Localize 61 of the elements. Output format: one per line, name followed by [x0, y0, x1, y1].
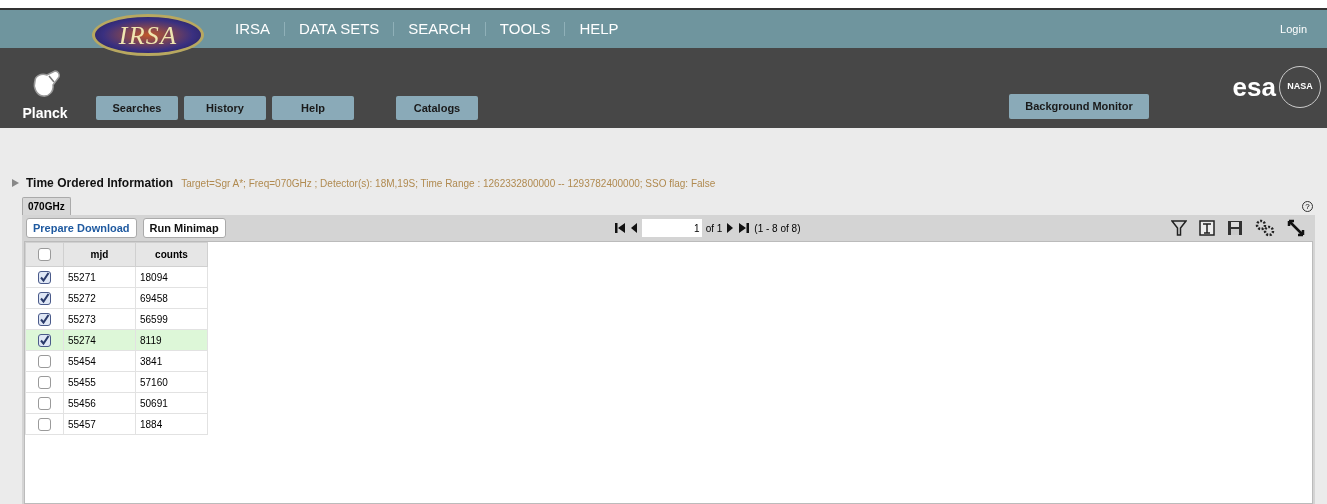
table-cell: 55274	[63, 329, 136, 351]
table-row[interactable]: 55456 50691	[25, 392, 208, 414]
irsa-logo[interactable]: IRSA	[92, 14, 204, 56]
checkbox[interactable]	[38, 312, 51, 326]
table-cell: 55455	[63, 371, 136, 393]
nav-button[interactable]: Searches	[96, 96, 178, 120]
table-cell: 55457	[63, 413, 136, 435]
column-header[interactable]: mjd	[63, 242, 136, 267]
table-cell: 18094	[135, 266, 208, 288]
table-cell: 57160	[135, 371, 208, 393]
table-cell: 3841	[135, 350, 208, 372]
first-page-icon[interactable]	[613, 222, 626, 234]
mission-name: Planck	[22, 104, 68, 123]
table-row[interactable]: 55274 8119	[25, 329, 208, 351]
checkbox[interactable]	[38, 417, 51, 431]
table-row[interactable]: 55455 57160	[25, 371, 208, 393]
nav-button[interactable]: Help	[272, 96, 354, 120]
prepare-download-button[interactable]: Prepare Download	[26, 218, 137, 238]
checkbox[interactable]	[38, 291, 51, 305]
expand-arrow-icon[interactable]	[10, 178, 20, 188]
background-monitor-button[interactable]: Background Monitor	[1009, 94, 1149, 119]
section-title: Time Ordered Information	[26, 175, 174, 192]
checkbox[interactable]	[38, 333, 51, 347]
previous-page-icon[interactable]	[629, 222, 638, 234]
expand-icon[interactable]	[1287, 219, 1305, 237]
column-header[interactable]: counts	[135, 242, 208, 267]
page-count: of 1	[705, 221, 723, 236]
table-row[interactable]: 55273 56599	[25, 308, 208, 330]
next-page-icon[interactable]	[726, 222, 735, 234]
table-cell: 1884	[135, 413, 208, 435]
table-cell: 8119	[135, 329, 208, 351]
row-range: (1 - 8 of 8)	[754, 221, 801, 236]
checkbox[interactable]	[38, 270, 51, 284]
table-row[interactable]: 55457 1884	[25, 413, 208, 435]
nav-button[interactable]: Catalogs	[396, 96, 478, 120]
table-cell: 55456	[63, 392, 136, 414]
run-minimap-button[interactable]: Run Minimap	[142, 218, 226, 238]
table-cell: 55271	[63, 266, 136, 288]
filter-icon[interactable]	[1171, 219, 1187, 237]
table-cell: 69458	[135, 287, 208, 309]
checkbox[interactable]	[38, 396, 51, 410]
table-cell: 55273	[63, 308, 136, 330]
table-cell: 56599	[135, 308, 208, 330]
last-page-icon[interactable]	[738, 222, 751, 234]
table-row[interactable]: 55271 18094	[25, 266, 208, 288]
table-cell: 55454	[63, 350, 136, 372]
query-info: Target=Sgr A*; Freq=070GHz ; Detector(s): 18M,19S; Time Range : 1262332800000 -- 1293782400000; SSO flag: False	[181, 176, 716, 191]
settings-icon[interactable]	[1255, 219, 1275, 237]
checkbox[interactable]	[38, 248, 51, 261]
table-row[interactable]: 55272 69458	[25, 287, 208, 309]
save-icon[interactable]	[1227, 220, 1243, 236]
text-view-icon[interactable]	[1199, 220, 1215, 236]
checkbox[interactable]	[38, 354, 51, 368]
table-cell: 50691	[135, 392, 208, 414]
nav-button[interactable]: History	[184, 96, 266, 120]
page-field[interactable]: 1	[641, 219, 702, 237]
table-cell: 55272	[63, 287, 136, 309]
table-row[interactable]: 55454 3841	[25, 350, 208, 372]
tab[interactable]: 070GHz	[22, 197, 71, 215]
esa-logo: esa	[1232, 74, 1276, 100]
checkbox[interactable]	[38, 375, 51, 389]
